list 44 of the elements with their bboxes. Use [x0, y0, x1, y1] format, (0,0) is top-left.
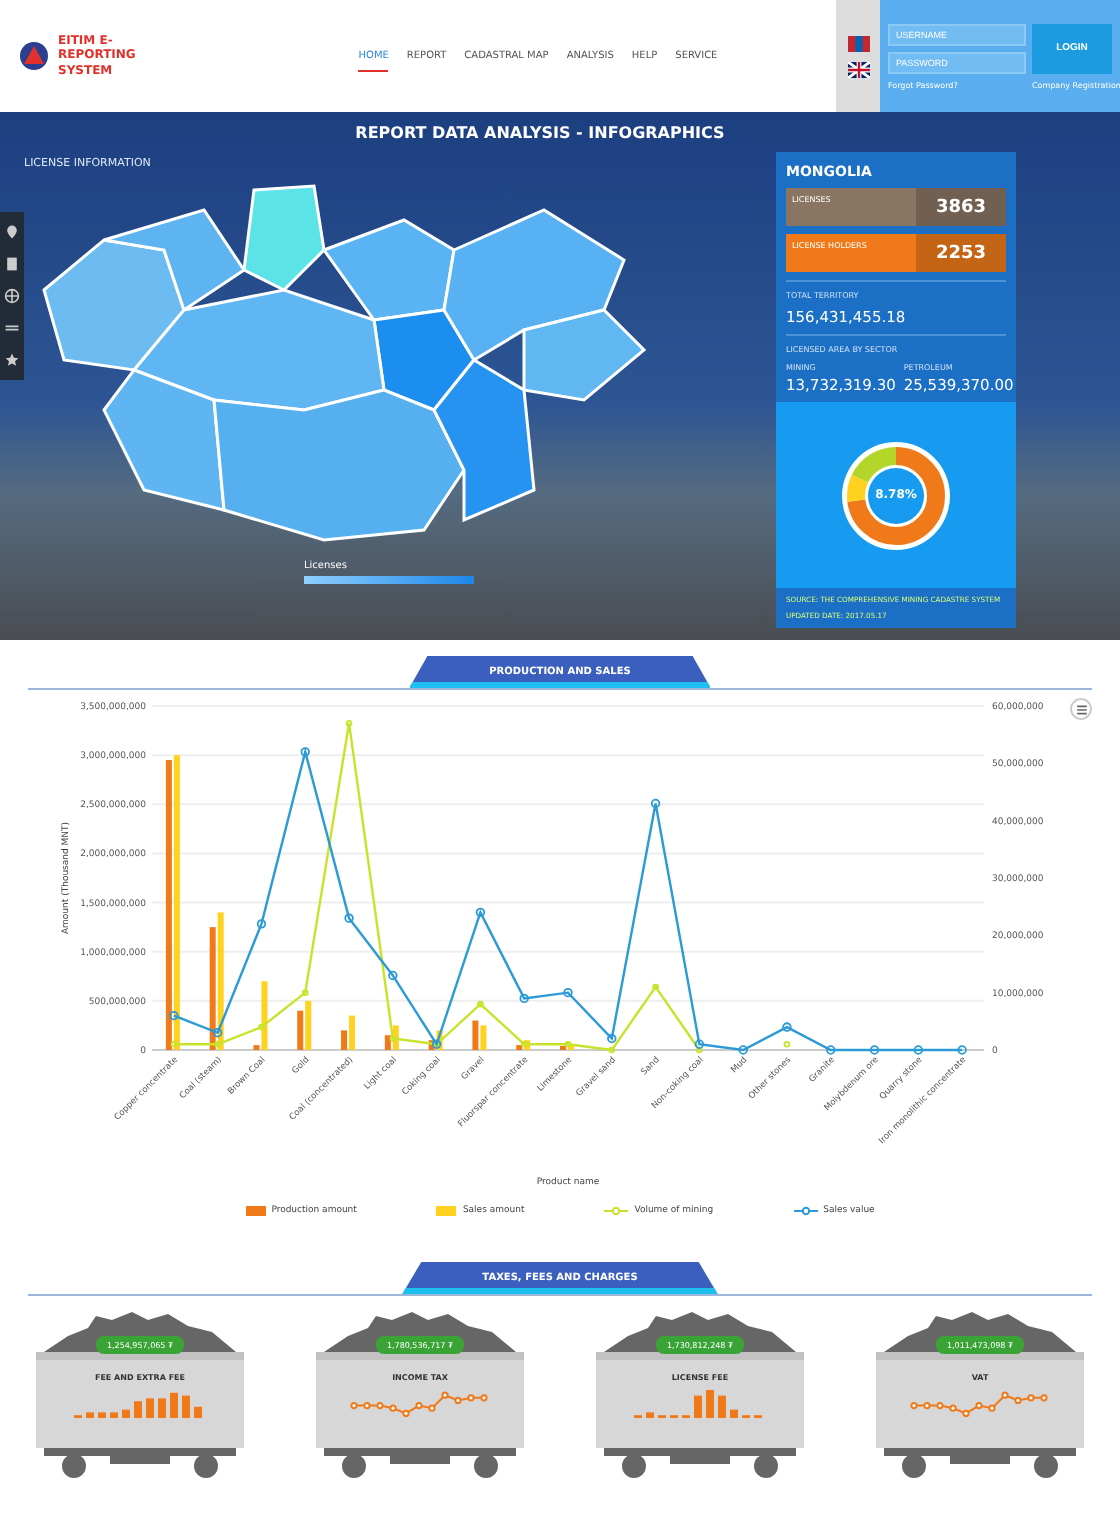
building-icon[interactable]	[4, 256, 20, 272]
point	[957, 1045, 967, 1055]
bar-sparkline-drawing	[74, 1392, 202, 1418]
donut-chart-drawing	[842, 441, 950, 549]
point	[258, 1023, 265, 1031]
point	[344, 913, 354, 923]
bar-sparkline-drawing	[634, 1390, 762, 1418]
point	[256, 919, 267, 929]
point	[563, 987, 573, 998]
point	[913, 1045, 923, 1055]
legend-line-icon	[604, 1206, 629, 1216]
legend-line-icon	[793, 1206, 818, 1216]
point	[738, 1045, 748, 1055]
legend-swatch	[245, 1206, 266, 1216]
download-button[interactable]	[1070, 698, 1092, 720]
menu-icon	[1075, 703, 1087, 715]
point	[869, 1045, 880, 1055]
point	[477, 1000, 484, 1008]
point	[345, 719, 353, 727]
map-pin-icon[interactable]	[4, 224, 20, 240]
line-sparkline-drawing	[910, 1391, 1048, 1417]
stat-value: 2253	[916, 234, 1006, 272]
point	[169, 1010, 179, 1021]
point	[782, 1022, 792, 1032]
point	[826, 1045, 836, 1055]
point	[650, 798, 661, 809]
point	[170, 1040, 178, 1048]
point	[475, 907, 486, 918]
point	[389, 1035, 397, 1042]
hero-title: REPORT DATA ANALYSIS - INFOGRAPHICS	[353, 124, 727, 142]
point	[652, 983, 659, 991]
point	[301, 989, 309, 996]
point	[520, 1040, 528, 1048]
point	[300, 747, 310, 757]
stat-value: 3863	[916, 188, 1006, 226]
legend-swatch	[436, 1206, 457, 1216]
line-sparkline-drawing	[350, 1391, 488, 1417]
point	[388, 970, 398, 981]
point	[783, 1040, 791, 1048]
logo-icon	[20, 42, 48, 70]
point	[564, 1040, 572, 1048]
flag-icon[interactable]	[847, 61, 869, 77]
point	[519, 993, 529, 1004]
star-icon[interactable]	[4, 352, 20, 368]
